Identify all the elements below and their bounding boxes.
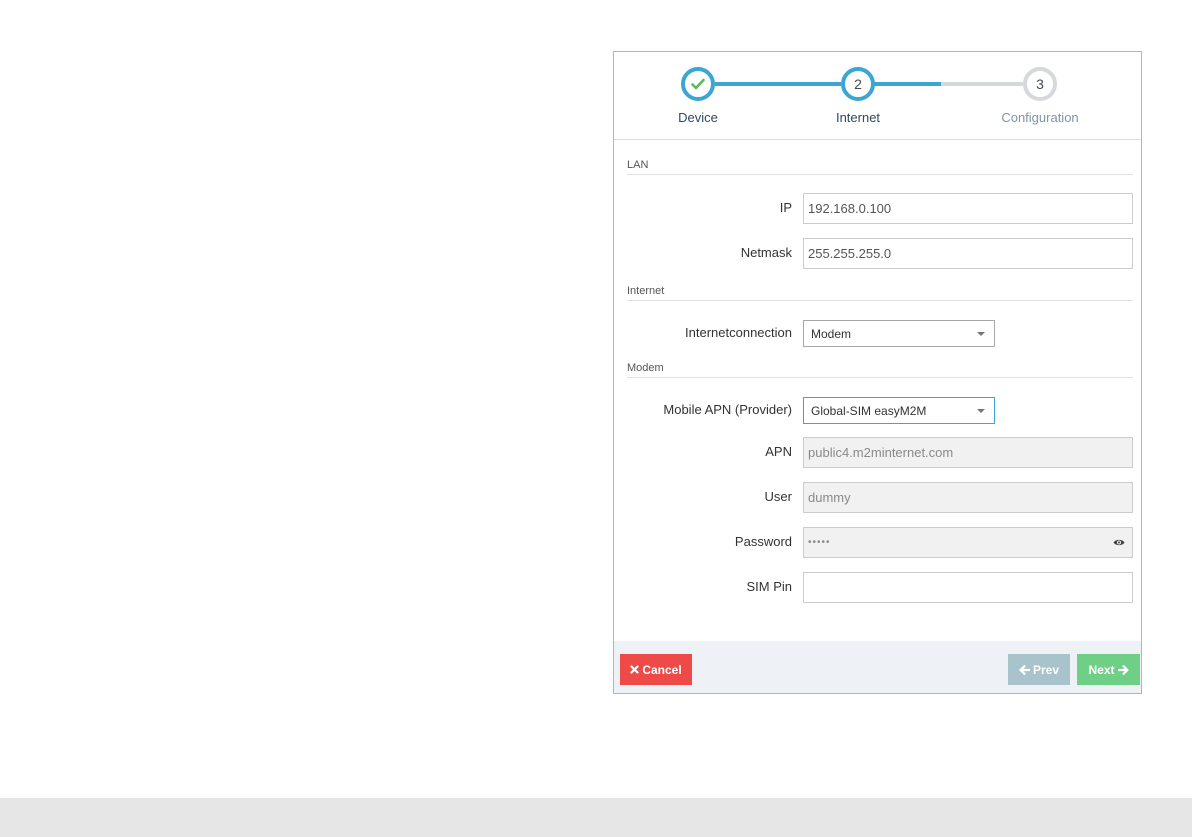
ip-input[interactable]: 192.168.0.100: [803, 193, 1133, 224]
internet-connection-select[interactable]: Modem: [803, 320, 995, 347]
chevron-down-icon: [977, 332, 985, 336]
cancel-button-label: Cancel: [642, 662, 682, 677]
step-configuration-label: Configuration: [1001, 110, 1079, 125]
prev-button[interactable]: Prev: [1008, 654, 1070, 685]
setup-wizard-dialog: 2 3 Device Internet Configuration LAN IP…: [613, 51, 1142, 694]
netmask-input[interactable]: 255.255.255.0: [803, 238, 1133, 269]
arrow-right-icon: [1117, 664, 1129, 675]
step-connector-2-todo: [941, 82, 1023, 86]
apn-label: APN: [765, 444, 792, 459]
section-title-internet: Internet: [627, 285, 1133, 301]
apn-provider-select[interactable]: Global-SIM easyM2M: [803, 397, 995, 424]
wizard-button-bar: Cancel Prev Next: [614, 641, 1141, 693]
password-label: Password: [734, 534, 792, 549]
step-configuration-circle[interactable]: 3: [1023, 67, 1057, 101]
wizard-stepper: 2 3 Device Internet Configuration: [614, 52, 1141, 140]
prev-button-label: Prev: [1032, 662, 1060, 677]
sim-pin-label: SIM Pin: [746, 579, 792, 594]
next-button-label: Next: [1088, 662, 1115, 677]
step-connector-1: [715, 82, 841, 86]
internet-connection-value: Modem: [811, 326, 852, 341]
ip-label: IP: [779, 200, 792, 215]
step-internet-number: 2: [854, 76, 862, 92]
close-icon: [630, 665, 639, 674]
step-connector-2-done: [874, 82, 941, 86]
apn-provider-value: Global-SIM easyM2M: [811, 403, 927, 418]
password-input[interactable]: •••••: [803, 527, 1133, 558]
netmask-value: 255.255.255.0: [808, 246, 892, 261]
ip-value: 192.168.0.100: [808, 201, 892, 216]
check-icon: [691, 78, 705, 90]
internet-connection-label: Internetconnection: [685, 325, 792, 340]
user-input[interactable]: dummy: [803, 482, 1133, 513]
next-button[interactable]: Next: [1077, 654, 1140, 685]
step-device-circle[interactable]: [681, 67, 715, 101]
apn-value: public4.m2minternet.com: [808, 445, 954, 460]
step-device-label: Device: [678, 110, 718, 125]
section-title-lan: LAN: [627, 159, 1133, 175]
user-value: dummy: [808, 490, 851, 505]
eye-icon[interactable]: [1113, 538, 1125, 547]
user-label: User: [764, 489, 792, 504]
page-footer-strip: [0, 798, 1192, 837]
step-internet-circle[interactable]: 2: [841, 67, 875, 101]
sim-pin-input[interactable]: [803, 572, 1133, 603]
section-title-modem: Modem: [627, 362, 1133, 378]
apn-provider-label: Mobile APN (Provider): [663, 402, 792, 417]
apn-input[interactable]: public4.m2minternet.com: [803, 437, 1133, 468]
arrow-left-icon: [1019, 664, 1030, 675]
netmask-label: Netmask: [740, 245, 792, 260]
password-value: •••••: [808, 537, 831, 548]
step-configuration-number: 3: [1036, 76, 1044, 92]
step-internet-label: Internet: [835, 110, 881, 125]
cancel-button[interactable]: Cancel: [620, 654, 692, 685]
chevron-down-icon: [977, 409, 985, 413]
